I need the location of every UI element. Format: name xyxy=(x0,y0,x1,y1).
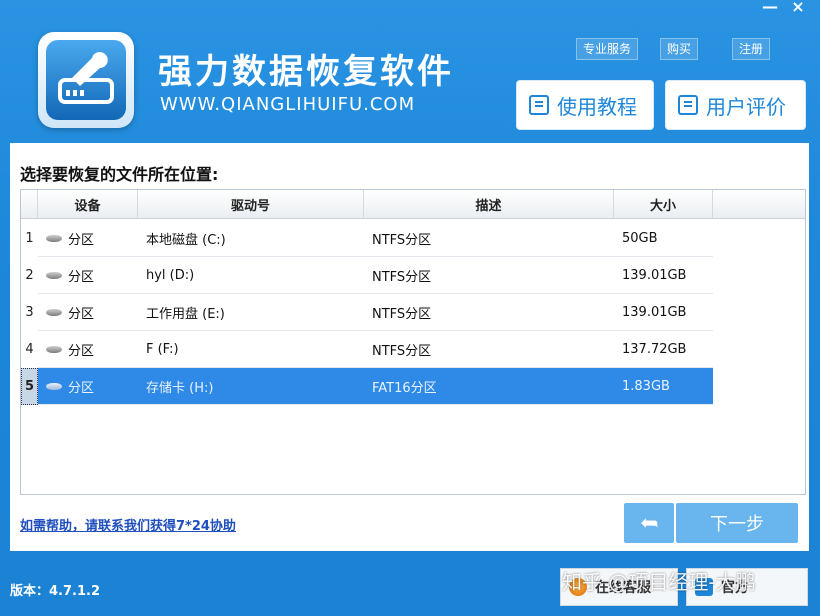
app-window: — × 强力数据恢复软件 WWW.QIANGLIHUIFU.COM 专业服务 购… xyxy=(0,0,820,616)
row-drive: 工作用盘 (E:) xyxy=(146,306,225,322)
row-device: 分区 xyxy=(68,343,95,359)
row-drive: 存储卡 (H:) xyxy=(146,380,214,396)
disk-icon xyxy=(46,382,62,390)
row-index: 5 xyxy=(21,368,38,405)
version-label: 版本：4.7.1.2 xyxy=(10,584,100,599)
header-device[interactable]: 设备 xyxy=(38,190,138,218)
partition-table: 设备 驱动号 描述 大小 1 分区 本地磁盘 (C:) NTFS分区 50GB … xyxy=(20,189,806,495)
comment-icon xyxy=(678,95,698,115)
row-drive: 本地磁盘 (C:) xyxy=(146,232,226,248)
row-device: 分区 xyxy=(68,306,95,322)
review-button[interactable]: 用户评价 xyxy=(665,80,806,130)
help-link[interactable]: 如需帮助，请联系我们获得7*24协助 xyxy=(20,515,236,534)
document-icon xyxy=(529,95,549,115)
row-device: 分区 xyxy=(68,232,95,248)
tutorial-button-label: 使用教程 xyxy=(557,94,637,119)
row-drive: F (F:) xyxy=(146,341,179,357)
disk-icon xyxy=(46,345,62,353)
drive-wrench-icon xyxy=(46,40,126,120)
table-header: 设备 驱动号 描述 大小 xyxy=(21,190,805,219)
row-device: 分区 xyxy=(68,269,95,285)
row-device: 分区 xyxy=(68,380,95,396)
app-title: 强力数据恢复软件 xyxy=(158,52,454,92)
disk-icon xyxy=(46,234,62,242)
row-size: 137.72GB xyxy=(622,341,687,357)
next-button[interactable]: 下一步 xyxy=(676,503,798,543)
row-drive: hyl (D:) xyxy=(146,267,195,283)
row-size: 50GB xyxy=(622,230,658,246)
close-button[interactable]: × xyxy=(784,0,812,16)
row-description: NTFS分区 xyxy=(372,232,432,248)
back-arrow-icon: ➦ xyxy=(639,510,659,536)
review-button-label: 用户评价 xyxy=(706,94,786,119)
app-logo xyxy=(38,32,134,128)
header-description[interactable]: 描述 xyxy=(364,190,614,218)
back-button[interactable]: ➦ xyxy=(624,503,674,543)
row-description: NTFS分区 xyxy=(372,269,432,285)
table-row[interactable]: 4 分区 F (F:) NTFS分区 137.72GB xyxy=(21,331,805,368)
watermark: 知乎 @项目经理-大鹏 xyxy=(562,570,756,594)
header-filler xyxy=(713,190,805,218)
table-row[interactable]: 1 分区 本地磁盘 (C:) NTFS分区 50GB xyxy=(21,220,805,257)
header-size[interactable]: 大小 xyxy=(614,190,713,218)
row-index: 4 xyxy=(21,331,38,368)
buy-link[interactable]: 购买 xyxy=(660,38,699,60)
main-panel: 选择要恢复的文件所在位置: 设备 驱动号 描述 大小 1 分区 本地磁盘 (C:… xyxy=(10,143,809,551)
row-description: NTFS分区 xyxy=(372,343,432,359)
header-index xyxy=(21,190,38,218)
row-size: 139.01GB xyxy=(622,267,687,283)
top-links: 专业服务 购买 注册 xyxy=(576,38,771,60)
disk-icon xyxy=(46,308,62,316)
window-controls: — × xyxy=(756,0,812,16)
table-row[interactable]: 2 分区 hyl (D:) NTFS分区 139.01GB xyxy=(21,257,805,294)
row-index: 2 xyxy=(21,257,38,294)
header-drive[interactable]: 驱动号 xyxy=(138,190,364,218)
table-row[interactable]: 3 分区 工作用盘 (E:) NTFS分区 139.01GB xyxy=(21,294,805,331)
tutorial-button[interactable]: 使用教程 xyxy=(516,80,654,130)
row-size: 1.83GB xyxy=(622,378,670,394)
location-prompt: 选择要恢复的文件所在位置: xyxy=(20,165,219,184)
minimize-button[interactable]: — xyxy=(756,0,784,16)
row-description: FAT16分区 xyxy=(372,380,437,396)
app-url: WWW.QIANGLIHUIFU.COM xyxy=(160,94,416,115)
row-size: 139.01GB xyxy=(622,304,687,320)
register-link[interactable]: 注册 xyxy=(732,38,771,60)
service-link[interactable]: 专业服务 xyxy=(576,38,639,60)
table-row-selected[interactable]: 5 分区 存储卡 (H:) FAT16分区 1.83GB xyxy=(21,368,805,405)
row-index: 1 xyxy=(21,220,38,257)
disk-icon xyxy=(46,271,62,279)
row-index: 3 xyxy=(21,294,38,331)
row-description: NTFS分区 xyxy=(372,306,432,322)
